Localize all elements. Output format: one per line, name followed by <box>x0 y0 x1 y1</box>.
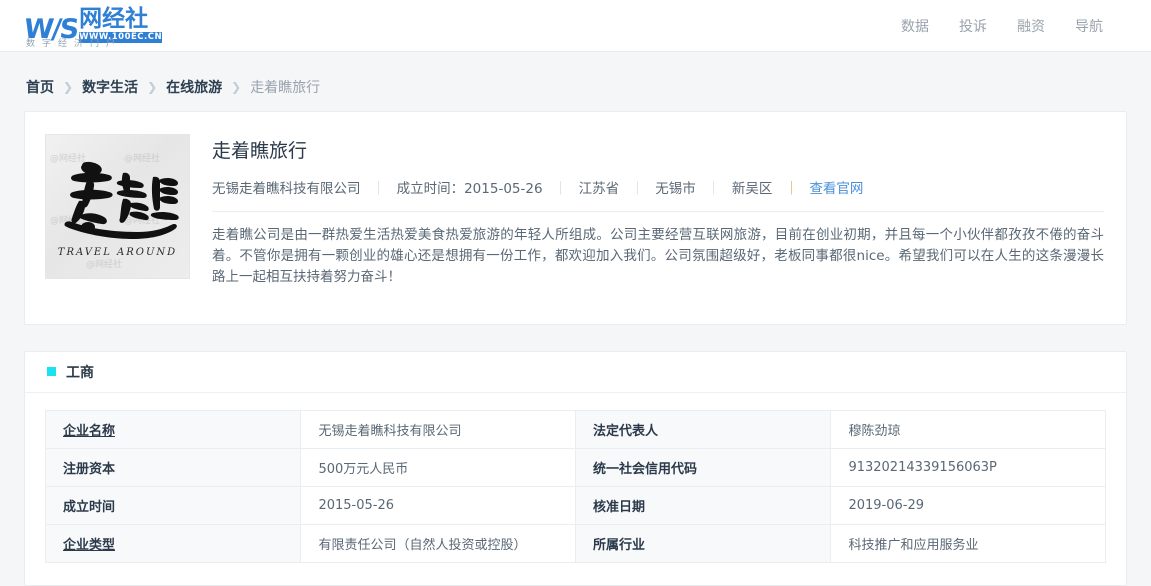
cell-label-company-name[interactable]: 企业名称 <box>46 410 301 448</box>
company-meta: 无锡走着瞧科技有限公司 ｜ 成立时间：2015-05-26 ｜ 江苏省 ｜ 无锡… <box>212 177 1104 212</box>
table-row: 企业类型 有限责任公司（自然人投资或控股） 所属行业 科技推广和应用服务业 <box>46 524 1106 562</box>
logo-artwork: TRAVEL AROUND <box>46 135 189 278</box>
meta-separator: ｜ <box>554 181 568 197</box>
nav-item-data[interactable]: 数据 <box>901 16 929 36</box>
label-approval-date: 核准日期 <box>593 500 645 515</box>
cell-value-industry: 科技推广和应用服务业 <box>831 524 1106 562</box>
label-registered-capital: 注册资本 <box>63 462 115 477</box>
logo-subtext: TRAVEL AROUND <box>58 247 177 258</box>
label-credit-code: 统一社会信用代码 <box>593 462 697 477</box>
page-title: 走着瞧旅行 <box>212 136 1104 163</box>
nav-item-navigation[interactable]: 导航 <box>1075 16 1103 36</box>
meta-separator: ｜ <box>785 181 799 197</box>
chevron-right-icon: ❯ <box>147 80 157 94</box>
main-nav: 数据 投诉 融资 导航 <box>901 16 1103 36</box>
cell-value-legal-rep: 穆陈劲琼 <box>831 410 1106 448</box>
cell-value-registered-capital: 500万元人民币 <box>301 448 576 486</box>
breadcrumb-item-digital-life[interactable]: 数字生活 <box>82 77 138 97</box>
view-website-link[interactable]: 查看官网 <box>809 181 863 197</box>
cell-value-credit-code: 91320214339156063P <box>831 448 1106 486</box>
company-info: 走着瞧旅行 无锡走着瞧科技有限公司 ｜ 成立时间：2015-05-26 ｜ 江苏… <box>190 134 1104 302</box>
label-legal-rep: 法定代表人 <box>593 424 658 439</box>
cell-value-founded-date: 2015-05-26 <box>301 486 576 524</box>
company-description: 走着瞧公司是由一群热爱生活热爱美食热爱旅游的年轻人所组成。公司主要经营互联网旅游… <box>212 225 1104 288</box>
business-info-card: 工商 企业名称 无锡走着瞧科技有限公司 法定代表人 穆陈劲琼 注册资本 500万… <box>24 351 1127 586</box>
cell-label-industry: 所属行业 <box>575 524 830 562</box>
cell-value-approval-date: 2019-06-29 <box>831 486 1106 524</box>
calligraphy-icon <box>57 155 179 245</box>
business-table-wrapper: 企业名称 无锡走着瞧科技有限公司 法定代表人 穆陈劲琼 注册资本 500万元人民… <box>25 393 1126 585</box>
cell-label-credit-code: 统一社会信用代码 <box>575 448 830 486</box>
meta-company-name: 无锡走着瞧科技有限公司 <box>212 181 361 197</box>
breadcrumb-item-online-travel[interactable]: 在线旅游 <box>166 77 222 97</box>
label-link-company-type[interactable]: 企业类型 <box>63 538 115 553</box>
meta-province: 江苏省 <box>579 181 620 197</box>
meta-district: 新吴区 <box>732 181 773 197</box>
chevron-right-icon: ❯ <box>63 80 73 94</box>
business-info-table: 企业名称 无锡走着瞧科技有限公司 法定代表人 穆陈劲琼 注册资本 500万元人民… <box>45 410 1106 563</box>
cell-label-company-type[interactable]: 企业类型 <box>46 524 301 562</box>
company-logo: @网经社 @网经社 @网经社 @网经社 @网经社 <box>45 134 190 279</box>
table-row: 成立时间 2015-05-26 核准日期 2019-06-29 <box>46 486 1106 524</box>
cell-value-company-name: 无锡走着瞧科技有限公司 <box>301 410 576 448</box>
chevron-right-icon: ❯ <box>231 80 241 94</box>
cell-label-registered-capital: 注册资本 <box>46 448 301 486</box>
logo-tagline: 数字经济门户 <box>26 36 122 49</box>
meta-founded-date: 成立时间：2015-05-26 <box>397 181 543 197</box>
nav-item-financing[interactable]: 融资 <box>1017 16 1045 36</box>
site-header: W/S 网经社 WWW.100EC.CN 数字经济门户 数据 投诉 融资 导航 <box>0 0 1151 52</box>
meta-separator: ｜ <box>707 181 721 197</box>
label-industry: 所属行业 <box>593 538 645 553</box>
meta-separator: ｜ <box>372 181 386 197</box>
breadcrumb-item-home[interactable]: 首页 <box>26 77 54 97</box>
nav-item-complaint[interactable]: 投诉 <box>959 16 987 36</box>
company-profile-card: @网经社 @网经社 @网经社 @网经社 @网经社 <box>24 111 1127 325</box>
cell-label-approval-date: 核准日期 <box>575 486 830 524</box>
meta-separator: ｜ <box>630 181 644 197</box>
business-section-title: 工商 <box>66 362 94 382</box>
square-marker-icon <box>47 367 56 376</box>
meta-city: 无锡市 <box>655 181 696 197</box>
label-link-company-name[interactable]: 企业名称 <box>63 424 115 439</box>
cell-label-legal-rep: 法定代表人 <box>575 410 830 448</box>
breadcrumb-item-current: 走着瞧旅行 <box>250 77 320 97</box>
cell-value-company-type: 有限责任公司（自然人投资或控股） <box>301 524 576 562</box>
cell-label-founded-date: 成立时间 <box>46 486 301 524</box>
logo-brand-name: 网经社 <box>79 8 162 31</box>
business-section-header: 工商 <box>25 352 1126 393</box>
label-founded-date: 成立时间 <box>63 500 115 515</box>
breadcrumb: 首页 ❯ 数字生活 ❯ 在线旅游 ❯ 走着瞧旅行 <box>24 52 1127 111</box>
table-row: 注册资本 500万元人民币 统一社会信用代码 91320214339156063… <box>46 448 1106 486</box>
table-row: 企业名称 无锡走着瞧科技有限公司 法定代表人 穆陈劲琼 <box>46 410 1106 448</box>
page-content: @网经社 @网经社 @网经社 @网经社 @网经社 <box>24 111 1127 586</box>
